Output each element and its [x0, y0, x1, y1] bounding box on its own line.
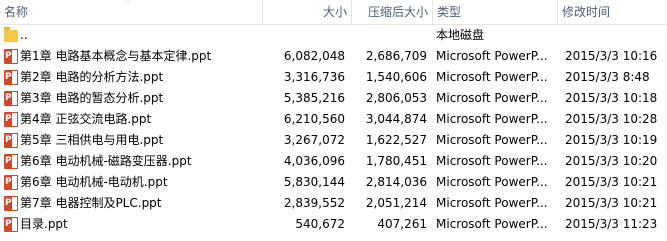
list-item-file[interactable]: 第6章 电动机械-磁路变压器.ppt 4,036,096 1,780,451 Micr…	[0, 151, 667, 172]
file-compressed-size: 2,806,053	[365, 91, 427, 105]
list-item-file[interactable]: 第6章 电动机械-电动机.ppt 5,830,144 2,814,036 Micros…	[0, 172, 667, 193]
list-item-file[interactable]: 第4章 正弦交流电路.ppt 6,210,560 3,044,874 Microsof…	[0, 109, 667, 130]
file-size: 6,210,560	[283, 112, 345, 126]
file-compressed-size: 407,261	[377, 217, 427, 231]
file-type: Microsoft PowerP...	[436, 91, 548, 105]
file-name: 第7章 电器控制及PLC.ppt	[20, 196, 162, 210]
file-type: Microsoft PowerP...	[436, 112, 548, 126]
file-compressed-size: 1,780,451	[365, 154, 427, 168]
column-header-size[interactable]: 大小	[263, 0, 351, 24]
file-type: 本地磁盘	[436, 28, 485, 42]
list-item-file[interactable]: 第1章 电路基本概念与基本定律.ppt 6,082,048 2,686,709 Mic…	[0, 46, 667, 67]
file-name: 第1章 电路基本概念与基本定律.ppt	[20, 49, 212, 63]
column-header-name[interactable]: 名称	[0, 0, 262, 24]
file-size: 2,839,552	[283, 196, 345, 210]
file-size: 5,830,144	[283, 175, 345, 189]
file-type: Microsoft PowerP...	[436, 154, 548, 168]
file-modified-date: 2015/3/3 10:28	[565, 112, 658, 126]
file-modified-date: 2015/3/3 10:20	[565, 154, 658, 168]
file-compressed-size: 1,540,606	[365, 70, 427, 84]
file-compressed-size: 2,051,214	[365, 196, 427, 210]
file-modified-date: 2015/3/3 8:48	[565, 70, 650, 84]
file-modified-date: 2015/3/3 10:21	[565, 196, 658, 210]
list-item-file[interactable]: 目录.ppt 540,672 407,261 Microsoft PowerP... 2…	[0, 214, 667, 235]
file-name: 第5章 三相供电与用电.ppt	[20, 133, 164, 147]
file-modified-date: 2015/3/3 10:19	[565, 133, 658, 147]
file-type: Microsoft PowerP...	[436, 175, 548, 189]
file-size: 3,316,736	[283, 70, 345, 84]
file-name: ..	[20, 28, 28, 42]
file-size: 540,672	[295, 217, 345, 231]
file-name: 第6章 电动机械-磁路变压器.ppt	[20, 154, 192, 168]
list-item-file[interactable]: 第2章 电路的分析方法.ppt 3,316,736 1,540,606 Microso…	[0, 67, 667, 88]
file-name: 第2章 电路的分析方法.ppt	[20, 70, 164, 84]
file-name: 第3章 电路的暂态分析.ppt	[20, 91, 164, 105]
file-name: 第6章 电动机械-电动机.ppt	[20, 175, 168, 189]
column-header-type[interactable]: 类型	[433, 0, 556, 24]
file-size: 4,036,096	[283, 154, 345, 168]
column-header-bar: ⌃ 名称 大小 压缩后大小 类型 修改时间	[0, 0, 667, 25]
file-modified-date: 2015/3/3 10:16	[565, 49, 658, 63]
file-size: 3,267,072	[283, 133, 345, 147]
file-compressed-size: 2,814,036	[365, 175, 427, 189]
file-name: 第4章 正弦交流电路.ppt	[20, 112, 152, 126]
file-type: Microsoft PowerP...	[436, 70, 548, 84]
list-item-file[interactable]: 第3章 电路的暂态分析.ppt 5,385,216 2,806,053 Microso…	[0, 88, 667, 109]
file-compressed-size: 2,686,709	[365, 49, 427, 63]
file-modified-date: 2015/3/3 10:18	[565, 91, 658, 105]
file-compressed-size: 1,622,527	[365, 133, 427, 147]
list-item-parent-folder[interactable]: .. 本地磁盘	[0, 25, 667, 46]
file-size: 6,082,048	[283, 49, 345, 63]
file-type: Microsoft PowerP...	[436, 49, 548, 63]
file-compressed-size: 3,044,874	[365, 112, 427, 126]
file-modified-date: 2015/3/3 11:23	[565, 217, 658, 231]
column-header-modified[interactable]: 修改时间	[558, 0, 667, 24]
file-type: Microsoft PowerP...	[436, 217, 548, 231]
list-item-file[interactable]: 第5章 三相供电与用电.ppt 3,267,072 1,622,527 Microso…	[0, 130, 667, 151]
file-type: Microsoft PowerP...	[436, 133, 548, 147]
file-type: Microsoft PowerP...	[436, 196, 548, 210]
file-size: 5,385,216	[283, 91, 345, 105]
list-item-file[interactable]: 第7章 电器控制及PLC.ppt 2,839,552 2,051,214 Micros…	[0, 193, 667, 214]
file-modified-date: 2015/3/3 10:21	[565, 175, 658, 189]
column-header-compressed-size[interactable]: 压缩后大小	[352, 0, 432, 24]
file-name: 目录.ppt	[20, 217, 68, 231]
